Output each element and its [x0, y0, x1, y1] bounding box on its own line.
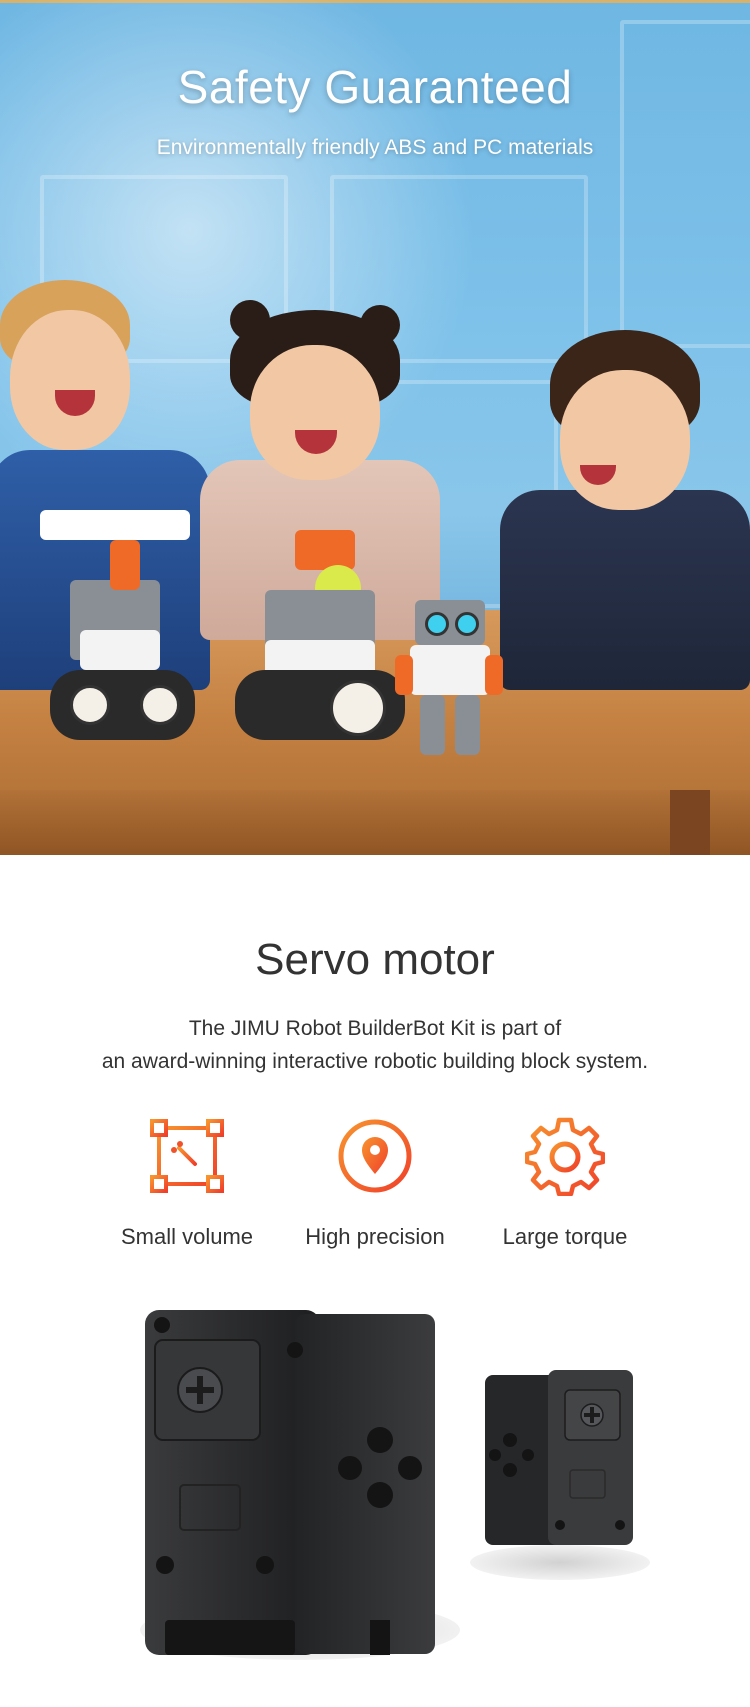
hero-subtitle: Environmentally friendly ABS and PC mate…: [156, 136, 594, 159]
robot-tank-left: [50, 520, 200, 750]
resize-box-icon: [150, 1119, 224, 1193]
hero-title: Safety Guaranteed: [177, 61, 573, 113]
servo-motor-small-image: [485, 1370, 633, 1545]
servo-motor-large-image: [145, 1310, 435, 1655]
feature-small-volume: Small volume: [92, 1116, 282, 1250]
servo-shadow: [470, 1545, 650, 1580]
child-right: [480, 330, 750, 690]
product-page: Safety Guaranteed Environmentally friend…: [0, 0, 750, 1707]
feature-large-torque: Large torque: [470, 1116, 660, 1250]
robot-humanoid: [395, 600, 505, 770]
section-description: The JIMU Robot BuilderBot Kit is part of…: [0, 1012, 750, 1078]
target-pin-icon: [337, 1118, 413, 1194]
robot-tank-middle: [235, 530, 415, 750]
feature-label: Small volume: [120, 1224, 254, 1249]
gear-icon: [525, 1117, 605, 1196]
table-edge: [0, 790, 750, 855]
section-title: Servo motor: [255, 935, 495, 984]
feature-high-precision: High precision: [280, 1116, 470, 1250]
description-line-1: The JIMU Robot BuilderBot Kit is part of: [188, 1017, 562, 1040]
feature-label: Large torque: [502, 1224, 628, 1249]
table-leg: [670, 790, 710, 855]
hero-banner: Safety Guaranteed Environmentally friend…: [0, 0, 750, 855]
feature-label: High precision: [305, 1224, 445, 1249]
description-line-2: an award-winning interactive robotic bui…: [101, 1050, 649, 1073]
